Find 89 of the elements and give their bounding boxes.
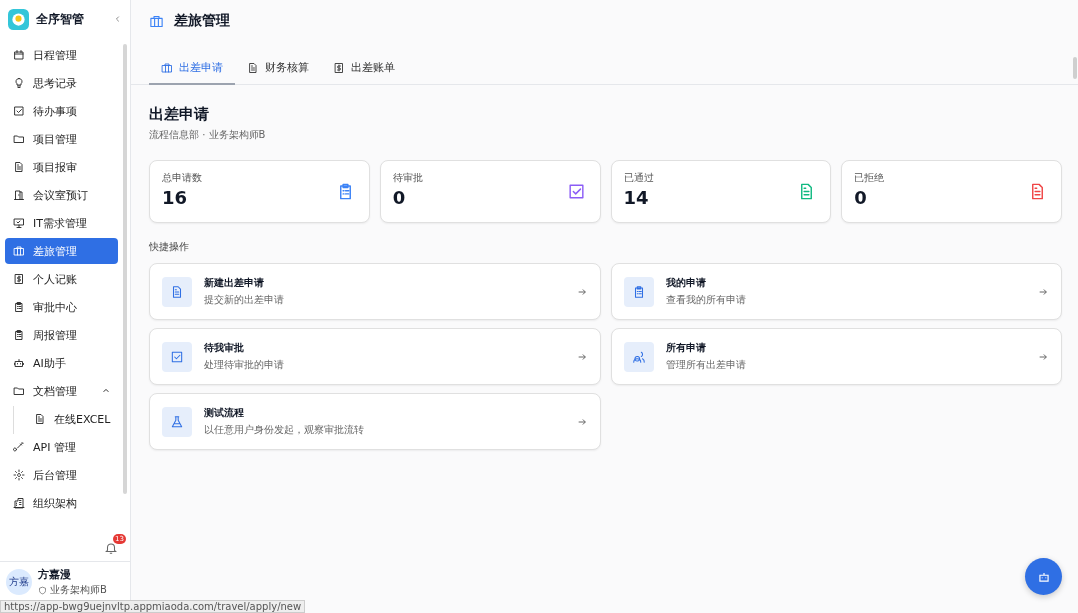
section-title: 出差申请 (149, 105, 210, 124)
flask-icon (170, 414, 184, 429)
clipboard-icon (13, 329, 25, 341)
action-title: 我的申请 (665, 276, 707, 290)
tab[interactable]: 财务核算 (235, 54, 321, 85)
receipt-icon (13, 273, 25, 285)
user-role: 业务架构师B (50, 583, 107, 597)
sidebar-item[interactable]: 文档管理 (5, 378, 119, 404)
action-description: 提交新的出差申请 (204, 293, 285, 307)
action-description: 查看我的所有申请 (665, 293, 747, 307)
receipt-icon (333, 61, 345, 74)
briefcase-icon (13, 245, 25, 257)
clipboard-icon (13, 301, 25, 313)
sidebar-item[interactable]: 项目报审 (5, 154, 119, 180)
monitor-icon (13, 217, 25, 229)
sidebar-item[interactable]: 会议室预订 (5, 182, 119, 208)
action-card[interactable]: 待我审批 处理待审批的申请 (149, 328, 601, 385)
stat-value: 0 (392, 187, 407, 208)
sidebar-item[interactable]: 周报管理 (5, 322, 119, 348)
action-description: 以任意用户身份发起，观察审批流转 (204, 423, 365, 437)
key-icon (13, 441, 25, 453)
arrow-icon (1038, 351, 1048, 362)
briefcase-icon (149, 13, 164, 29)
arrow-icon (576, 351, 587, 362)
collapse-icon[interactable] (114, 15, 122, 23)
stat-value: 14 (623, 187, 650, 208)
action-description: 处理待审批的申请 (204, 358, 285, 372)
stat-value: 0 (854, 187, 868, 208)
stat-label: 已通过 (623, 171, 654, 185)
bot-icon (13, 357, 25, 369)
logo-icon (8, 8, 29, 30)
action-title: 所有申请 (665, 341, 707, 355)
sidebar-item[interactable]: IT需求管理 (5, 210, 119, 236)
stat-label: 总申请数 (162, 171, 202, 185)
file-icon (13, 161, 25, 173)
sidebar-item[interactable]: 组织架构 (5, 490, 119, 516)
page-title: 差旅管理 (174, 12, 230, 30)
action-card[interactable]: 我的申请 查看我的所有申请 (610, 263, 1062, 320)
sidebar-item[interactable]: 个人记账 (5, 266, 119, 292)
app-name: 全序智管 (36, 10, 85, 28)
sidebar-item[interactable]: 差旅管理 (5, 238, 119, 264)
file-icon (170, 284, 184, 299)
arrow-icon (576, 416, 587, 427)
sidebar-item[interactable]: 待办事项 (5, 98, 119, 124)
scrollbar[interactable] (123, 44, 127, 494)
scrollbar[interactable] (1073, 57, 1077, 79)
user-name: 方嘉漫 (38, 567, 72, 582)
gear-icon (13, 469, 25, 481)
sidebar-item[interactable]: 日程管理 (5, 42, 119, 68)
arrow-icon (576, 286, 587, 297)
status-url: https://app-bwg9uejnvltp.appmiaoda.com/travel/apply/new (0, 600, 306, 613)
sidebar-item[interactable]: 后台管理 (5, 462, 119, 488)
tab[interactable]: 出差账单 (321, 54, 407, 85)
sidebar-item[interactable]: 项目管理 (5, 126, 119, 152)
check-icon (170, 349, 184, 364)
user-avatar[interactable]: 方嘉 (6, 569, 32, 595)
building-icon (13, 497, 25, 509)
bell-icon[interactable] (104, 541, 118, 555)
action-card[interactable]: 测试流程 以任意用户身份发起，观察审批流转 (149, 393, 601, 450)
folder-icon (13, 133, 25, 145)
assistant-button[interactable] (1025, 558, 1062, 595)
stat-value: 16 (162, 187, 189, 208)
sidebar-item[interactable]: 审批中心 (5, 294, 119, 320)
action-title: 待我审批 (204, 341, 245, 355)
stat-label: 待审批 (392, 171, 423, 185)
sidebar-item[interactable]: API 管理 (5, 434, 119, 460)
check-icon (13, 105, 25, 117)
section-heading: 快捷操作 (149, 240, 190, 254)
sidebar-item[interactable]: 在线EXCEL (14, 406, 119, 432)
door-icon (13, 189, 25, 201)
action-card[interactable]: 新建出差申请 提交新的出差申请 (149, 263, 601, 320)
section-subtitle: 流程信息部 · 业务架构师B (149, 128, 267, 142)
stat-label: 已拒绝 (854, 171, 885, 185)
action-title: 新建出差申请 (204, 276, 265, 290)
calendar-icon (13, 49, 25, 61)
action-card[interactable]: 所有申请 管理所有出差申请 (610, 328, 1062, 385)
sidebar-item[interactable]: 思考记录 (5, 70, 119, 96)
file-icon (34, 413, 46, 425)
users-icon (631, 349, 646, 364)
file-icon (247, 61, 259, 74)
sidebar-item[interactable]: AI助手 (5, 350, 119, 376)
action-description: 管理所有出差申请 (665, 358, 747, 372)
arrow-icon (1038, 286, 1048, 297)
action-title: 测试流程 (204, 406, 245, 420)
tab[interactable]: 出差申请 (149, 54, 235, 85)
folder-icon (13, 385, 25, 397)
bulb-icon (13, 77, 25, 89)
shield-icon (38, 585, 47, 595)
briefcase-icon (161, 61, 173, 74)
